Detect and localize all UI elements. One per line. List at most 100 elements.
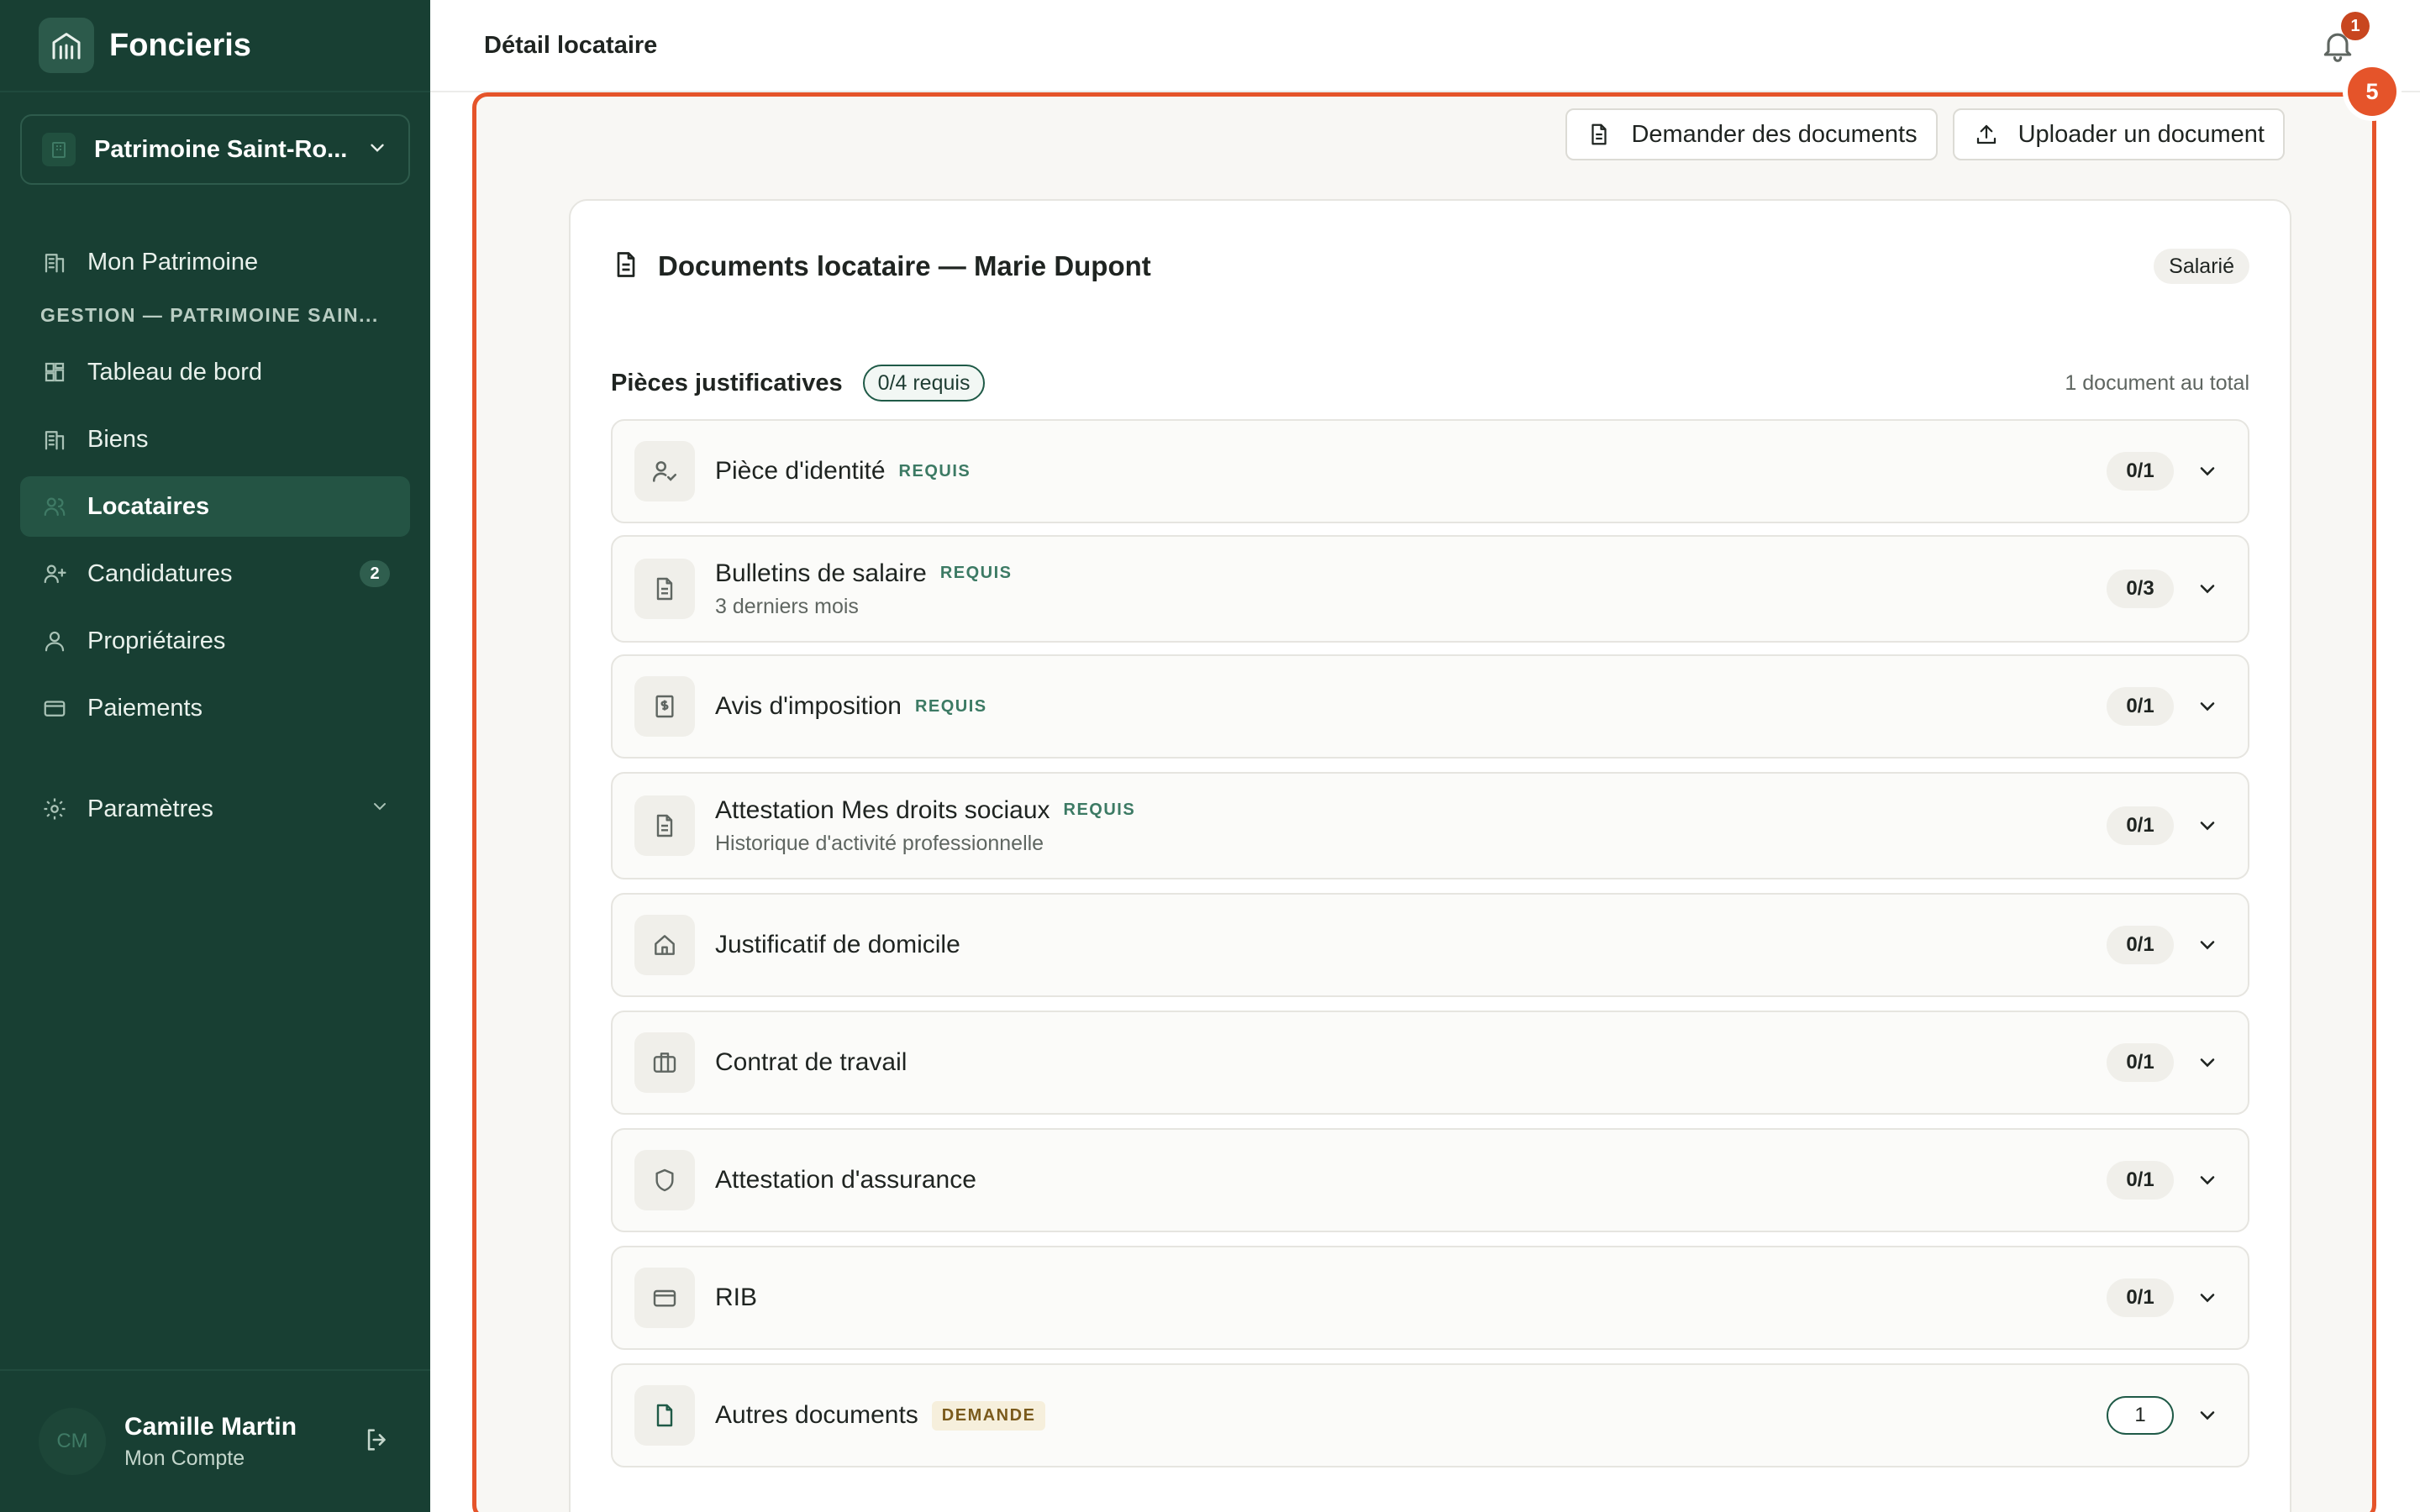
- user-icon: [40, 627, 69, 655]
- sidebar-item-mon-patrimoine[interactable]: Mon Patrimoine: [20, 232, 410, 292]
- document-count: 0/1: [2107, 452, 2174, 491]
- chevron-down-icon[interactable]: [2189, 1162, 2226, 1199]
- chevron-down-icon[interactable]: [2189, 453, 2226, 490]
- sidebar-item-label: Tableau de bord: [87, 358, 262, 386]
- sidebar-item-label: Candidatures: [87, 559, 233, 587]
- tax-receipt-icon: [634, 676, 695, 737]
- document-count: 0/1: [2107, 806, 2174, 845]
- users-icon: [40, 492, 69, 521]
- document-title: RIB: [715, 1284, 758, 1311]
- page-title: Détail locataire: [484, 31, 658, 59]
- document-title: Bulletins de salaire: [715, 559, 927, 587]
- sidebar-item-locataires[interactable]: Locataires: [20, 476, 410, 537]
- document-title: Pièce d'identité: [715, 457, 886, 485]
- upload-document-label: Uploader un document: [2018, 120, 2265, 148]
- user-subtitle: Mon Compte: [124, 1446, 245, 1470]
- sidebar-item-label: Paramètres: [87, 795, 213, 822]
- sidebar-item-label: Mon Patrimoine: [87, 248, 259, 276]
- building-icon: [40, 425, 69, 454]
- focus-step-badge: 5: [2348, 67, 2396, 116]
- topbar: Détail locataire: [430, 0, 2420, 92]
- document-title: Justificatif de domicile: [715, 931, 960, 958]
- file-text-icon: [634, 559, 695, 619]
- document-row-avis-imposition[interactable]: Avis d'imposition REQUIS 0/1: [611, 654, 2249, 759]
- sidebar-item-parametres[interactable]: Paramètres: [20, 779, 410, 839]
- chevron-down-icon[interactable]: [2189, 688, 2226, 725]
- sidebar-item-proprietaires[interactable]: Propriétaires: [20, 611, 410, 671]
- required-tag: REQUIS: [939, 564, 1013, 582]
- sidebar-nav: Mon Patrimoine GESTION — PATRIMOINE SAIN…: [0, 232, 430, 839]
- section-title: Pièces justificatives: [611, 369, 843, 396]
- document-subtitle: 3 derniers mois: [715, 594, 859, 618]
- sidebar: Foncieris Patrimoine Saint-Ro... Mon Pat…: [0, 0, 430, 1512]
- sidebar-item-biens[interactable]: Biens: [20, 409, 410, 470]
- user-profile[interactable]: CM Camille Martin Mon Compte: [0, 1369, 430, 1512]
- sidebar-item-paiements[interactable]: Paiements: [20, 678, 410, 738]
- sidebar-item-label: Propriétaires: [87, 627, 226, 654]
- document-title: Attestation d'assurance: [715, 1166, 976, 1194]
- building-icon: [42, 133, 76, 166]
- document-count: 1: [2107, 1396, 2174, 1435]
- document-title: Autres documents: [715, 1401, 918, 1429]
- document-title: Avis d'imposition: [715, 692, 902, 720]
- credit-card-icon: [634, 1268, 695, 1328]
- main-content: Détail locataire 1 Demander des document…: [430, 0, 2420, 1512]
- document-row-bulletins-salaire[interactable]: Bulletins de salaire REQUIS 3 derniers m…: [611, 535, 2249, 643]
- building-icon: [40, 248, 69, 276]
- card-header: Documents locataire — Marie Dupont Salar…: [611, 243, 2249, 290]
- avatar: CM: [39, 1408, 106, 1475]
- request-documents-label: Demander des documents: [1631, 120, 1918, 148]
- document-row-justificatif-domicile[interactable]: Justificatif de domicile 0/1: [611, 893, 2249, 997]
- chevron-down-icon[interactable]: [2189, 927, 2226, 963]
- workspace-label: Patrimoine Saint-Ro...: [94, 135, 348, 163]
- sidebar-item-tableau-de-bord[interactable]: Tableau de bord: [20, 342, 410, 402]
- document-row-attestation-droits-sociaux[interactable]: Attestation Mes droits sociaux REQUIS Hi…: [611, 772, 2249, 879]
- tenant-documents-card: Documents locataire — Marie Dupont Salar…: [569, 199, 2291, 1512]
- upload-document-button[interactable]: Uploader un document: [1952, 108, 2285, 160]
- credit-card-icon: [40, 694, 69, 722]
- nav-section-title: GESTION — PATRIMOINE SAIN...: [40, 304, 379, 326]
- file-text-icon: [611, 249, 641, 284]
- status-badge: Salarié: [2154, 249, 2249, 284]
- workspace-switcher[interactable]: Patrimoine Saint-Ro...: [20, 114, 410, 185]
- request-documents-button[interactable]: Demander des documents: [1565, 108, 1938, 160]
- chevron-down-icon[interactable]: [2189, 807, 2226, 844]
- document-count: 0/1: [2107, 1161, 2174, 1200]
- candidatures-count-badge: 2: [360, 560, 390, 587]
- document-count: 0/1: [2107, 687, 2174, 726]
- briefcase-icon: [634, 1032, 695, 1093]
- chevron-down-icon[interactable]: [2189, 1397, 2226, 1434]
- chevron-down-icon: [370, 795, 390, 823]
- required-tag: REQUIS: [898, 461, 971, 480]
- sidebar-item-label: Paiements: [87, 694, 203, 722]
- card-title: Documents locataire — Marie Dupont: [658, 250, 1151, 281]
- file-text-icon: [1586, 121, 1612, 148]
- document-row-piece-identite[interactable]: Pièce d'identité REQUIS 0/1: [611, 419, 2249, 523]
- logout-icon[interactable]: [363, 1425, 392, 1458]
- document-row-autres-documents[interactable]: Autres documents DEMANDE 1: [611, 1363, 2249, 1467]
- brand[interactable]: Foncieris: [0, 0, 430, 92]
- document-count: 0/1: [2107, 1043, 2174, 1082]
- chevron-down-icon[interactable]: [2189, 1044, 2226, 1081]
- document-row-contrat-travail[interactable]: Contrat de travail 0/1: [611, 1011, 2249, 1115]
- user-plus-icon: [40, 559, 69, 588]
- sidebar-item-label: Locataires: [87, 492, 210, 520]
- dashboard-icon: [40, 358, 69, 386]
- required-tag: REQUIS: [1063, 801, 1136, 819]
- document-actions: Demander des documents Uploader un docum…: [1565, 108, 2285, 160]
- document-count: 0/1: [2107, 1278, 2174, 1317]
- brand-name: Foncieris: [109, 27, 251, 63]
- home-icon: [634, 915, 695, 975]
- documents-panel: Demander des documents Uploader un docum…: [472, 92, 2376, 1512]
- app-root: Foncieris Patrimoine Saint-Ro... Mon Pat…: [0, 0, 2420, 1512]
- document-row-attestation-assurance[interactable]: Attestation d'assurance 0/1: [611, 1128, 2249, 1232]
- document-count: 0/3: [2107, 570, 2174, 608]
- sidebar-item-candidatures[interactable]: Candidatures 2: [20, 543, 410, 604]
- required-tag: REQUIS: [914, 696, 987, 716]
- document-row-rib[interactable]: RIB 0/1: [611, 1246, 2249, 1350]
- document-title: Contrat de travail: [715, 1048, 908, 1076]
- gear-icon: [40, 795, 69, 823]
- document-count: 0/1: [2107, 926, 2174, 964]
- chevron-down-icon[interactable]: [2189, 570, 2226, 607]
- chevron-down-icon[interactable]: [2189, 1279, 2226, 1316]
